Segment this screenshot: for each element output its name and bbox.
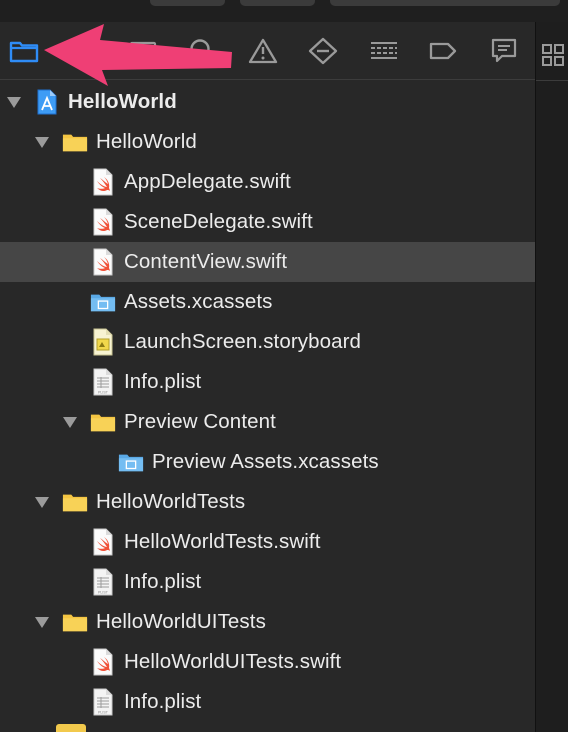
plist-file-icon: PLIST [90, 568, 116, 596]
tree-file-row[interactable]: HelloWorldTests.swift [0, 522, 535, 562]
tree-file-row[interactable]: ContentView.swift [0, 242, 535, 282]
disclosure-triangle-icon[interactable] [60, 412, 80, 432]
activity-view [330, 0, 560, 6]
issue-warning-icon[interactable] [248, 37, 278, 65]
swift-file-icon [90, 648, 116, 676]
tree-group-row[interactable]: HelloWorld [0, 82, 535, 122]
tree-group-row[interactable]: HelloWorldUITests [0, 602, 535, 642]
report-bubble-icon[interactable] [489, 37, 519, 65]
tree-item-label: ContentView.swift [124, 250, 288, 273]
tree-item-label: Preview Content [124, 410, 276, 433]
tree-item-label: HelloWorldUITests.swift [124, 650, 342, 673]
swift-file-icon [90, 168, 116, 196]
tree-file-row[interactable]: LaunchScreen.storyboard [0, 322, 535, 362]
tree-file-row[interactable]: PLIST Info.plist [0, 682, 535, 722]
tree-item-label: HelloWorldTests [96, 490, 246, 513]
toolbar-segment [240, 0, 315, 6]
tree-group-row[interactable]: Preview Content [0, 402, 535, 442]
tree-file-row[interactable]: PLIST Info.plist [0, 362, 535, 402]
folder-icon [56, 724, 86, 732]
project-navigator-icon[interactable] [9, 37, 39, 65]
tree-item-label: AppDelegate.swift [124, 170, 291, 193]
tree-file-row[interactable]: HelloWorldUITests.swift [0, 642, 535, 682]
disclosure-triangle-icon[interactable] [32, 492, 52, 512]
tree-item-label: Info.plist [124, 690, 202, 713]
storyboard-file-icon [90, 328, 116, 356]
plist-file-icon: PLIST [90, 688, 116, 716]
test-diamond-icon[interactable] [308, 37, 338, 65]
tree-item-label: HelloWorld [96, 130, 197, 153]
swift-file-icon [90, 528, 116, 556]
folder-icon [62, 608, 88, 636]
find-icon[interactable] [186, 37, 216, 65]
project-navigator-panel: HelloWorld HelloWorld AppDelegate.swift Sce… [0, 22, 535, 732]
tree-item-label: Info.plist [124, 570, 202, 593]
tree-file-row[interactable]: PLIST Info.plist [0, 562, 535, 602]
navigator-selector-bar [0, 22, 535, 80]
disclosure-triangle-icon[interactable] [4, 92, 24, 112]
disclosure-triangle-icon[interactable] [32, 132, 52, 152]
tree-group-row[interactable]: HelloWorldTests [0, 482, 535, 522]
tree-group-row[interactable]: HelloWorld [0, 122, 535, 162]
toolbar-segment [150, 0, 225, 6]
folder-icon [62, 128, 88, 156]
folder-icon [90, 408, 116, 436]
breakpoint-tag-icon[interactable] [428, 37, 458, 65]
tree-file-row[interactable]: Preview Assets.xcassets [0, 442, 535, 482]
related-items-icon[interactable] [540, 42, 566, 68]
swift-file-icon [90, 248, 116, 276]
disclosure-triangle-icon[interactable] [32, 612, 52, 632]
editor-pane-edge [535, 22, 568, 732]
xcode-project-icon [34, 88, 60, 116]
asset-catalog-icon [118, 448, 144, 476]
tree-file-row[interactable]: SceneDelegate.swift [0, 202, 535, 242]
source-control-icon[interactable] [128, 37, 158, 65]
tree-item-label: HelloWorldUITests [96, 610, 266, 633]
tree-item-label: Info.plist [124, 370, 202, 393]
svg-text:PLIST: PLIST [98, 391, 109, 395]
swift-file-icon [90, 208, 116, 236]
svg-text:PLIST: PLIST [98, 591, 109, 595]
tree-item-label: Assets.xcassets [124, 290, 273, 313]
asset-catalog-icon [90, 288, 116, 316]
tree-item-label: LaunchScreen.storyboard [124, 330, 362, 353]
folder-icon [62, 488, 88, 516]
debug-list-icon[interactable] [369, 37, 399, 65]
tree-item-label: HelloWorldTests.swift [124, 530, 321, 553]
tree-item-label: HelloWorld [68, 90, 177, 113]
tree-item-label: Preview Assets.xcassets [152, 450, 379, 473]
tree-item-label: SceneDelegate.swift [124, 210, 313, 233]
tree-file-row[interactable]: Assets.xcassets [0, 282, 535, 322]
xcode-window: HelloWorld HelloWorld AppDelegate.swift Sce… [0, 0, 568, 732]
svg-text:PLIST: PLIST [98, 711, 109, 715]
plist-file-icon: PLIST [90, 368, 116, 396]
tree-file-row[interactable]: AppDelegate.swift [0, 162, 535, 202]
window-title-strip [0, 0, 568, 23]
